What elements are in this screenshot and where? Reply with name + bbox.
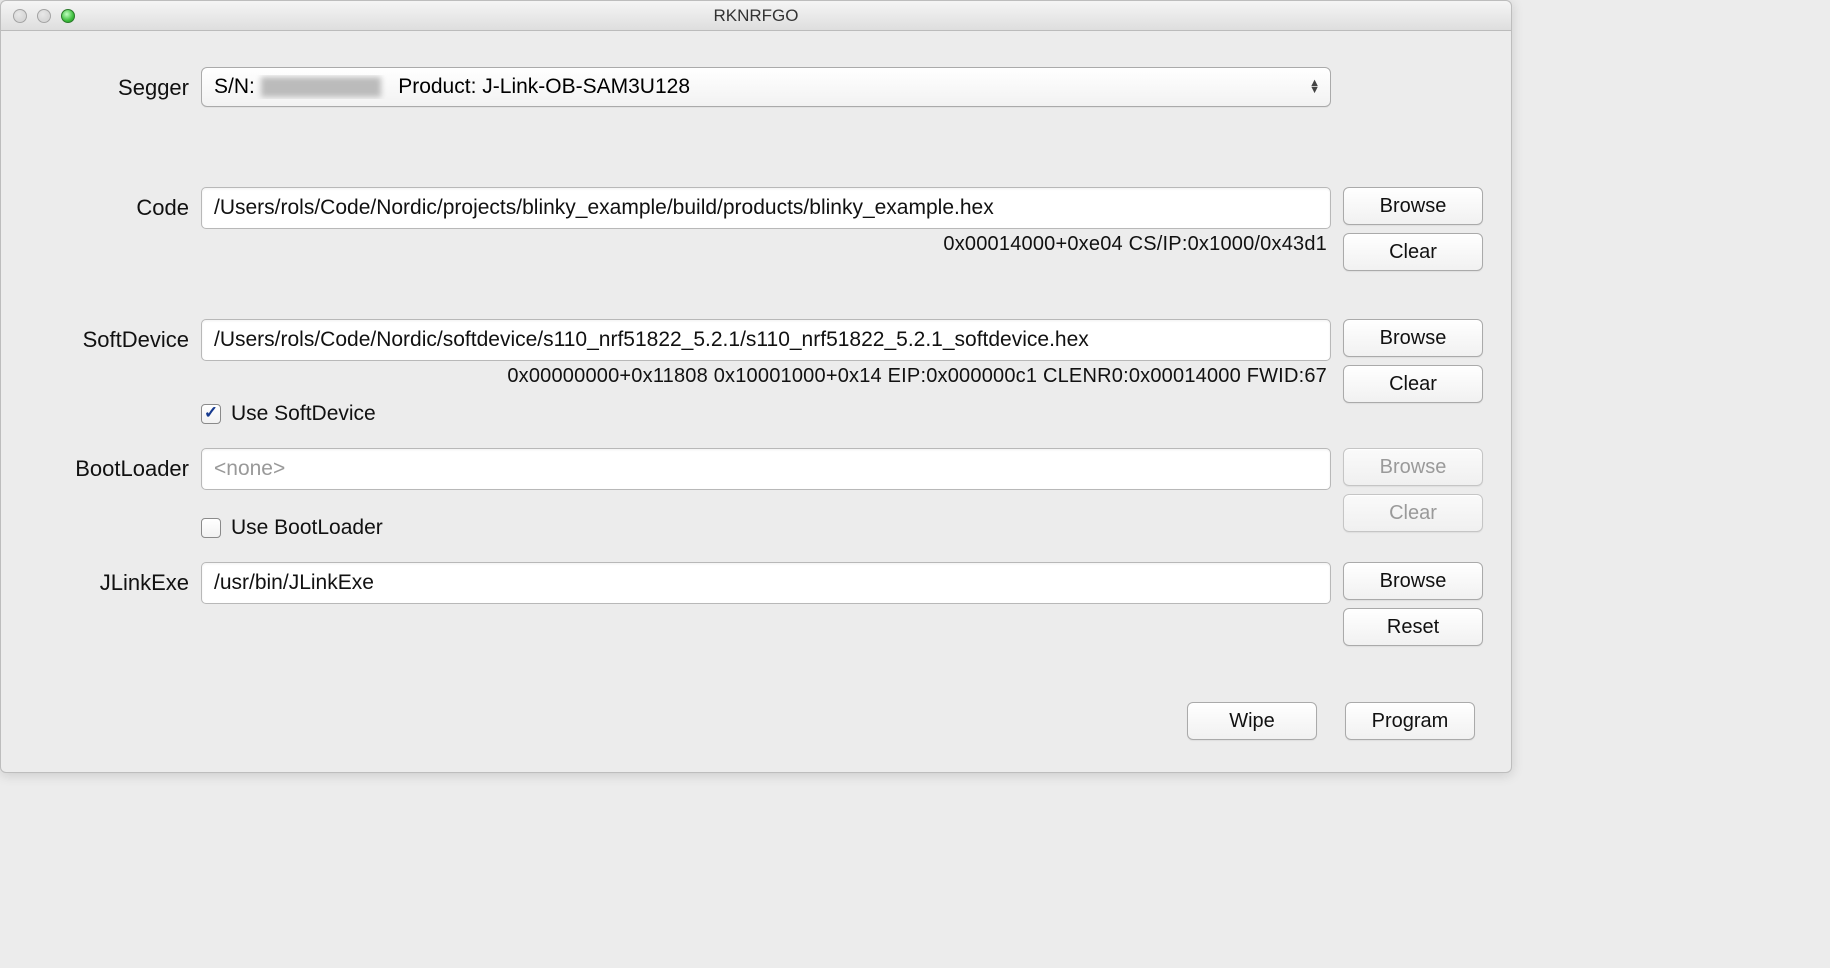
segger-dropdown-text: S/N: Product: J-Link-OB-SAM3U128 [214, 75, 690, 99]
row-softdevice: SoftDevice /Users/rols/Code/Nordic/softd… [29, 319, 1483, 430]
softdevice-clear-button[interactable]: Clear [1343, 365, 1483, 403]
use-bootloader-label: Use BootLoader [231, 516, 383, 540]
softdevice-browse-button[interactable]: Browse [1343, 319, 1483, 357]
bootloader-path-input[interactable]: <none> [201, 448, 1331, 490]
titlebar: RKNRFGO [1, 1, 1511, 31]
segger-dropdown[interactable]: S/N: Product: J-Link-OB-SAM3U128 ▲▼ [201, 67, 1331, 107]
softdevice-info: 0x00000000+0x11808 0x10001000+0x14 EIP:0… [201, 361, 1331, 388]
use-softdevice-label: Use SoftDevice [231, 402, 376, 426]
segger-serial-redacted [261, 77, 381, 97]
softdevice-path-input[interactable]: /Users/rols/Code/Nordic/softdevice/s110_… [201, 319, 1331, 361]
use-softdevice-checkbox[interactable] [201, 404, 221, 424]
bootloader-clear-button[interactable]: Clear [1343, 494, 1483, 532]
chevron-updown-icon: ▲▼ [1309, 80, 1320, 94]
row-bootloader: BootLoader <none> Use BootLoader Browse … [29, 448, 1483, 544]
softdevice-label: SoftDevice [29, 319, 189, 353]
use-softdevice-row: Use SoftDevice [201, 388, 1331, 430]
jlink-browse-button[interactable]: Browse [1343, 562, 1483, 600]
jlink-reset-button[interactable]: Reset [1343, 608, 1483, 646]
window-title: RKNRFGO [1, 6, 1511, 26]
use-bootloader-row: Use BootLoader [201, 490, 1331, 544]
wipe-button[interactable]: Wipe [1187, 702, 1317, 740]
code-info: 0x00014000+0xe04 CS/IP:0x1000/0x43d1 [201, 229, 1331, 256]
code-path-input[interactable]: /Users/rols/Code/Nordic/projects/blinky_… [201, 187, 1331, 229]
bootloader-label: BootLoader [29, 448, 189, 482]
jlink-path-input[interactable]: /usr/bin/JLinkExe [201, 562, 1331, 604]
close-icon[interactable] [13, 9, 27, 23]
traffic-lights [1, 9, 75, 23]
minimize-icon[interactable] [37, 9, 51, 23]
segger-label: Segger [29, 67, 189, 101]
code-clear-button[interactable]: Clear [1343, 233, 1483, 271]
row-segger: Segger S/N: Product: J-Link-OB-SAM3U128 … [29, 67, 1483, 107]
row-code: Code /Users/rols/Code/Nordic/projects/bl… [29, 187, 1483, 271]
row-jlink: JLinkExe /usr/bin/JLinkExe Browse Reset [29, 562, 1483, 646]
bootloader-browse-button[interactable]: Browse [1343, 448, 1483, 486]
bottom-actions: Wipe Program [29, 658, 1483, 744]
app-window: RKNRFGO Segger S/N: Product: J-Link-OB-S… [0, 0, 1512, 773]
zoom-icon[interactable] [61, 9, 75, 23]
program-button[interactable]: Program [1345, 702, 1475, 740]
content: Segger S/N: Product: J-Link-OB-SAM3U128 … [1, 31, 1511, 772]
code-browse-button[interactable]: Browse [1343, 187, 1483, 225]
code-label: Code [29, 187, 189, 221]
use-bootloader-checkbox[interactable] [201, 518, 221, 538]
jlink-label: JLinkExe [29, 562, 189, 596]
